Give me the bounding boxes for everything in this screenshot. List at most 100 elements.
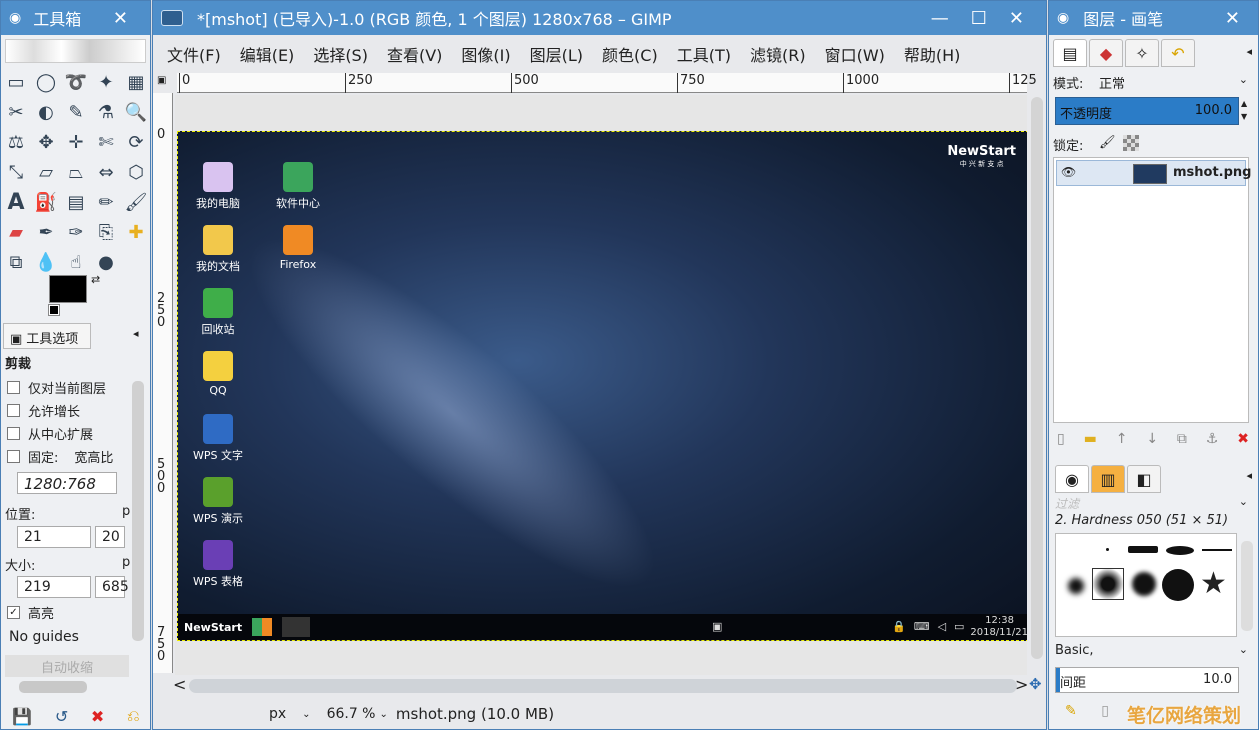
- tab-gradients-icon[interactable]: ◧: [1127, 465, 1161, 493]
- text-icon[interactable]: A: [1, 187, 31, 217]
- guides-select[interactable]: No guides: [9, 629, 79, 645]
- auto-shrink-button[interactable]: 自动收缩: [5, 655, 129, 677]
- flip-icon[interactable]: ⇔: [91, 157, 121, 187]
- tab-brushes-icon[interactable]: ◉: [1055, 465, 1089, 493]
- mode-select[interactable]: 正常: [1099, 73, 1125, 92]
- lower-layer-icon[interactable]: ↓: [1146, 431, 1158, 447]
- menu-item[interactable]: 颜色(C): [602, 42, 658, 66]
- panel-menu-icon[interactable]: ◂: [133, 327, 139, 340]
- heal-icon[interactable]: ✚: [121, 217, 151, 247]
- desktop-icon[interactable]: WPS 表格: [178, 540, 258, 589]
- horizontal-scrollbar[interactable]: [189, 679, 1017, 693]
- tab-channels-icon[interactable]: ◆: [1089, 39, 1123, 67]
- restore-icon[interactable]: ↺: [55, 707, 68, 726]
- unit-chevron-icon[interactable]: ⌄: [302, 709, 310, 720]
- navigate-icon[interactable]: ✥: [1029, 675, 1042, 693]
- position-y-input[interactable]: 20: [95, 526, 125, 548]
- lasso-icon[interactable]: ➰: [61, 67, 91, 97]
- brush-filter-input[interactable]: 过滤: [1055, 495, 1079, 512]
- mode-chevron-icon[interactable]: ⌄: [1239, 73, 1248, 86]
- brush-set-chevron-icon[interactable]: ⌄: [1239, 643, 1248, 656]
- align-icon[interactable]: ✛: [61, 127, 91, 157]
- option-allow-growing[interactable]: 允许增长: [7, 403, 131, 420]
- new-group-icon[interactable]: ▬: [1084, 431, 1097, 447]
- brush-item[interactable]: [1106, 548, 1109, 551]
- layer-name[interactable]: mshot.png: [1173, 165, 1252, 180]
- move-icon[interactable]: ✥: [31, 127, 61, 157]
- brush-item[interactable]: [1068, 578, 1084, 594]
- checkbox[interactable]: [7, 404, 20, 417]
- crop-icon[interactable]: ✄: [91, 127, 121, 157]
- tab-layers-icon[interactable]: ▤: [1053, 39, 1087, 67]
- maximize-icon[interactable]: ☐: [971, 8, 987, 29]
- reset-icon[interactable]: ⎌: [127, 706, 140, 726]
- reset-colors-icon[interactable]: [48, 304, 60, 316]
- bucket-fill-icon[interactable]: ⛽: [31, 187, 61, 217]
- desktop-icon[interactable]: 回收站: [178, 288, 258, 337]
- checkbox[interactable]: [7, 427, 20, 440]
- menu-item[interactable]: 图层(L): [530, 42, 583, 66]
- zoom-chevron-icon[interactable]: ⌄: [380, 709, 388, 720]
- brush-star-icon[interactable]: ★: [1200, 566, 1227, 601]
- menu-item[interactable]: 帮助(H): [904, 42, 961, 66]
- brush-scrollbar[interactable]: [1241, 541, 1253, 631]
- image-titlebar[interactable]: *[mshot] (已导入)-1.0 (RGB 颜色, 1 个图层) 1280x…: [153, 1, 1046, 35]
- close-icon[interactable]: ✕: [113, 8, 128, 29]
- clone-icon[interactable]: ⎘: [91, 217, 121, 247]
- visibility-eye-icon[interactable]: 👁: [1061, 165, 1076, 179]
- option-expand-center[interactable]: 从中心扩展: [7, 426, 131, 443]
- menu-item[interactable]: 查看(V): [387, 42, 442, 66]
- desktop-icon[interactable]: 我的文档: [178, 225, 258, 274]
- filter-chevron-icon[interactable]: ⌄: [1239, 495, 1248, 508]
- scale-icon[interactable]: ⤡: [1, 157, 31, 187]
- image-canvas[interactable]: NewStart 中 兴 新 支 点 我的电脑 软件中心 我的文档 Firefox 回收…: [177, 131, 1027, 641]
- brush-item[interactable]: [1128, 546, 1158, 553]
- color-select-icon[interactable]: ▦: [121, 67, 151, 97]
- lock-pixels-icon[interactable]: 🖌: [1099, 135, 1116, 150]
- shear-icon[interactable]: ▱: [31, 157, 61, 187]
- desktop-icon[interactable]: Firefox: [258, 225, 338, 271]
- raise-layer-icon[interactable]: ↑: [1116, 431, 1128, 447]
- ink-icon[interactable]: ✑: [61, 217, 91, 247]
- option-highlight[interactable]: ✓ 高亮: [7, 605, 54, 622]
- brush-item-selected[interactable]: [1092, 568, 1124, 600]
- scissors-icon[interactable]: ✂: [1, 97, 31, 127]
- blur-icon[interactable]: 💧: [31, 247, 61, 277]
- layer-row[interactable]: 👁 mshot.png: [1056, 160, 1252, 186]
- desktop-icon[interactable]: WPS 文字: [178, 414, 258, 463]
- checkbox-checked[interactable]: ✓: [7, 606, 20, 619]
- brush-item[interactable]: [1162, 569, 1194, 601]
- brush-item[interactable]: [1132, 572, 1156, 596]
- airbrush-icon[interactable]: ✒: [31, 217, 61, 247]
- checkbox[interactable]: [7, 381, 20, 394]
- perspective-icon[interactable]: ⏢: [61, 157, 91, 187]
- measure-icon[interactable]: ⚖: [1, 127, 31, 157]
- close-icon[interactable]: ✕: [1009, 8, 1024, 29]
- ellipse-select-icon[interactable]: ◯: [31, 67, 61, 97]
- delete-icon[interactable]: ✖: [91, 707, 104, 726]
- tool-options-tab[interactable]: ▣ 工具选项: [3, 323, 91, 349]
- scroll-right-icon[interactable]: >: [1015, 675, 1028, 694]
- size-w-input[interactable]: 219: [17, 576, 91, 598]
- foreground-color-swatch[interactable]: [49, 275, 87, 303]
- menu-item[interactable]: 选择(S): [313, 42, 368, 66]
- brush-set-select[interactable]: Basic,: [1055, 643, 1094, 658]
- menu-item[interactable]: 窗口(W): [825, 42, 885, 66]
- close-icon[interactable]: ✕: [1225, 8, 1240, 29]
- rect-select-icon[interactable]: ▭: [1, 67, 31, 97]
- edit-brush-icon[interactable]: ✎: [1065, 703, 1077, 719]
- size-h-input[interactable]: 685: [95, 576, 129, 598]
- zoom-icon[interactable]: 🔍: [121, 97, 151, 127]
- vertical-scrollbar[interactable]: [1031, 97, 1043, 659]
- brush-grid[interactable]: ★: [1055, 533, 1237, 637]
- fuzzy-select-icon[interactable]: ✦: [91, 67, 121, 97]
- menu-item[interactable]: 编辑(E): [240, 42, 295, 66]
- brush-item[interactable]: [1166, 546, 1194, 555]
- pencil-icon[interactable]: ✏: [91, 187, 121, 217]
- new-brush-icon[interactable]: ▯: [1101, 703, 1109, 719]
- horizontal-scrollbar[interactable]: [19, 681, 87, 693]
- toolbox-titlebar[interactable]: ◉ 工具箱 ✕: [1, 1, 150, 35]
- anchor-layer-icon[interactable]: ⚓: [1206, 431, 1219, 447]
- swap-colors-icon[interactable]: ⇄: [91, 273, 100, 286]
- desktop-icon[interactable]: 我的电脑: [178, 162, 258, 211]
